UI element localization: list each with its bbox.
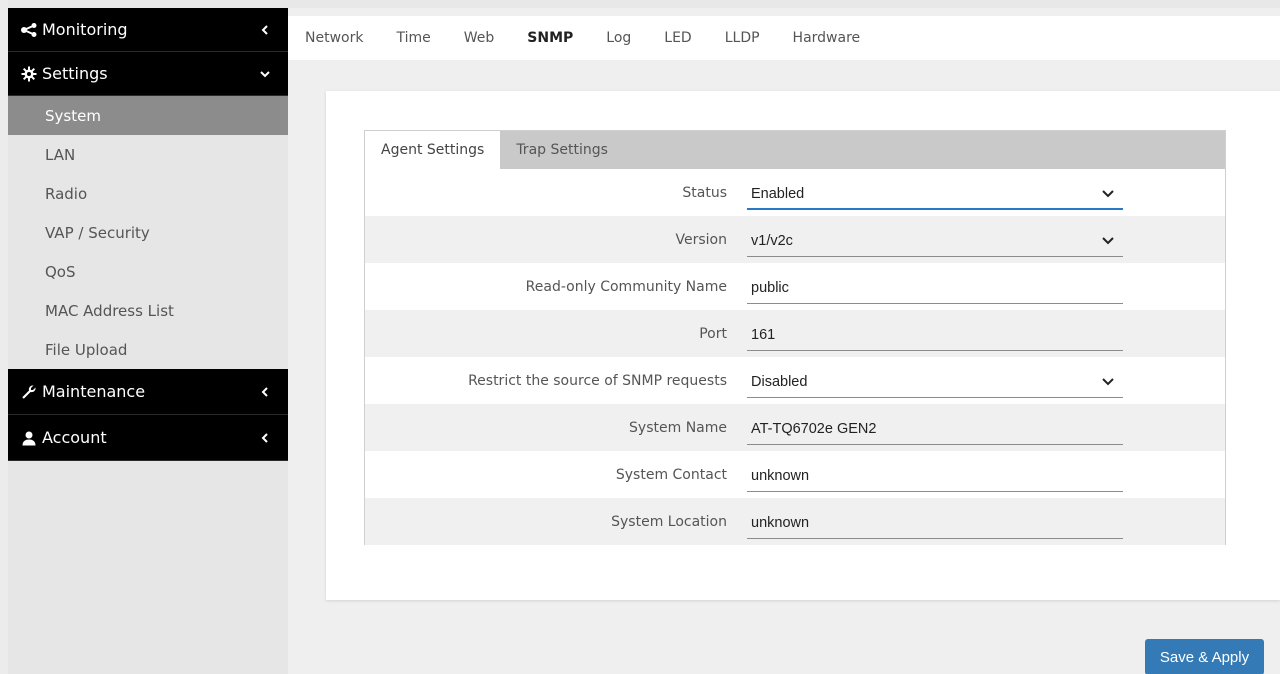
form-row-system-name: System Name AT-TQ6702e GEN2 bbox=[365, 404, 1225, 451]
input-value: public bbox=[751, 280, 789, 296]
chevron-left-icon bbox=[258, 432, 272, 444]
settings-submenu: System LAN Radio VAP / Security QoS MAC … bbox=[8, 96, 288, 369]
chevron-down-icon bbox=[1101, 376, 1115, 388]
select-value: v1/v2c bbox=[751, 233, 793, 249]
tab-led[interactable]: LED bbox=[664, 30, 691, 46]
input-value: unknown bbox=[751, 468, 810, 484]
share-icon bbox=[20, 21, 38, 39]
tab-time[interactable]: Time bbox=[396, 30, 430, 46]
save-apply-button[interactable]: Save & Apply bbox=[1145, 639, 1264, 674]
select-value: Disabled bbox=[751, 374, 808, 390]
form-row-version: Version v1/v2c bbox=[365, 216, 1225, 263]
sidebar-item-file-upload[interactable]: File Upload bbox=[8, 330, 288, 369]
sidebar: Monitoring Settings System LAN Radio VAP… bbox=[8, 8, 288, 674]
subtab-trap-settings[interactable]: Trap Settings bbox=[500, 131, 624, 169]
form-row-port: Port 161 bbox=[365, 310, 1225, 357]
snmp-card: Agent Settings Trap Settings Status Enab… bbox=[326, 91, 1280, 600]
version-select[interactable]: v1/v2c bbox=[747, 227, 1123, 257]
form-row-system-contact: System Contact unknown bbox=[365, 451, 1225, 498]
sidebar-section-label: Settings bbox=[42, 64, 108, 83]
form-row-status: Status Enabled bbox=[365, 169, 1225, 216]
sidebar-item-radio[interactable]: Radio bbox=[8, 174, 288, 213]
sidebar-section-settings[interactable]: Settings bbox=[8, 52, 288, 96]
input-value: 161 bbox=[751, 327, 776, 343]
sidebar-section-label: Maintenance bbox=[42, 382, 146, 401]
snmp-panel: Agent Settings Trap Settings Status Enab… bbox=[364, 130, 1226, 545]
port-input[interactable]: 161 bbox=[747, 321, 1123, 351]
field-label: Status bbox=[682, 184, 727, 201]
field-label: Restrict the source of SNMP requests bbox=[468, 372, 727, 389]
sidebar-item-vap-security[interactable]: VAP / Security bbox=[8, 213, 288, 252]
input-value: AT-TQ6702e GEN2 bbox=[751, 421, 877, 437]
field-label: System Location bbox=[611, 513, 727, 530]
input-value: unknown bbox=[751, 515, 810, 531]
tab-bar: Network Time Web SNMP Log LED LLDP Hardw… bbox=[288, 16, 1280, 60]
field-label: Read-only Community Name bbox=[525, 278, 727, 295]
tab-web[interactable]: Web bbox=[464, 30, 495, 46]
sidebar-item-qos[interactable]: QoS bbox=[8, 252, 288, 291]
restrict-source-select[interactable]: Disabled bbox=[747, 368, 1123, 398]
select-value: Enabled bbox=[751, 185, 805, 202]
field-label: Port bbox=[699, 325, 727, 342]
tab-network[interactable]: Network bbox=[305, 30, 363, 46]
tab-hardware[interactable]: Hardware bbox=[793, 30, 861, 46]
sidebar-item-mac-address-list[interactable]: MAC Address List bbox=[8, 291, 288, 330]
gear-icon bbox=[20, 65, 38, 83]
sidebar-item-system[interactable]: System bbox=[8, 96, 288, 135]
field-label: System Contact bbox=[615, 466, 727, 483]
field-label: System Name bbox=[629, 419, 727, 436]
tab-log[interactable]: Log bbox=[606, 30, 631, 46]
form-row-system-location: System Location unknown bbox=[365, 498, 1225, 545]
main-content: Network Time Web SNMP Log LED LLDP Hardw… bbox=[288, 8, 1280, 674]
sidebar-section-label: Account bbox=[42, 428, 107, 447]
form-row-community: Read-only Community Name public bbox=[365, 263, 1225, 310]
sidebar-section-maintenance[interactable]: Maintenance bbox=[8, 369, 288, 415]
chevron-left-icon bbox=[258, 24, 272, 36]
system-contact-input[interactable]: unknown bbox=[747, 462, 1123, 492]
wrench-icon bbox=[20, 383, 38, 401]
status-select[interactable]: Enabled bbox=[747, 180, 1123, 210]
form-row-restrict-source: Restrict the source of SNMP requests Dis… bbox=[365, 357, 1225, 404]
subtab-agent-settings[interactable]: Agent Settings bbox=[365, 131, 501, 169]
chevron-down-icon bbox=[258, 70, 272, 78]
chevron-down-icon bbox=[1101, 235, 1115, 247]
top-strip bbox=[8, 0, 1280, 8]
chevron-down-icon bbox=[1101, 188, 1115, 200]
sidebar-section-account[interactable]: Account bbox=[8, 415, 288, 461]
sidebar-section-monitoring[interactable]: Monitoring bbox=[8, 8, 288, 52]
subtab-bar: Agent Settings Trap Settings bbox=[365, 131, 1225, 169]
system-name-input[interactable]: AT-TQ6702e GEN2 bbox=[747, 415, 1123, 445]
tab-lldp[interactable]: LLDP bbox=[725, 30, 760, 46]
sidebar-section-label: Monitoring bbox=[42, 20, 128, 39]
user-icon bbox=[20, 429, 38, 447]
community-name-input[interactable]: public bbox=[747, 274, 1123, 304]
system-location-input[interactable]: unknown bbox=[747, 509, 1123, 539]
tab-snmp[interactable]: SNMP bbox=[527, 30, 573, 46]
field-label: Version bbox=[675, 231, 727, 248]
chevron-left-icon bbox=[258, 386, 272, 398]
sidebar-item-lan[interactable]: LAN bbox=[8, 135, 288, 174]
